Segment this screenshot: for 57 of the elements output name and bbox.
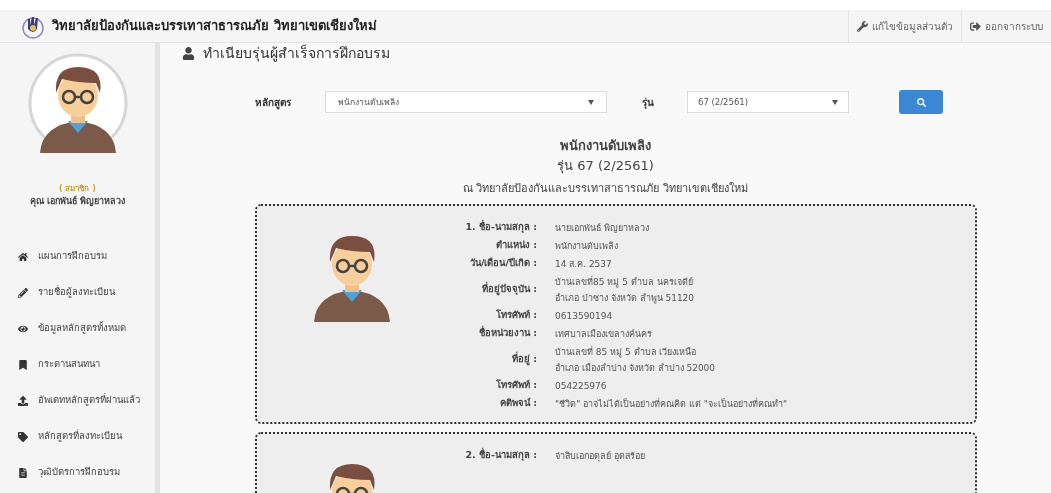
field-value: อำเภอ เมืองลำปาง จังหวัด ลำปาง 52000 — [555, 361, 717, 375]
field-label: ตำแหน่ง : — [494, 238, 537, 253]
home-icon — [18, 251, 28, 262]
header-link[interactable]: ออกจากระบบ — [961, 10, 1051, 42]
field-value: อำเภอ ป่าซาง จังหวัด ลำพูน 51120 — [555, 291, 696, 306]
tag-icon — [18, 431, 28, 442]
pencil-icon — [18, 287, 28, 298]
wrench-icon — [857, 20, 868, 32]
search-icon — [916, 97, 926, 107]
field-label: ที่อยู่ : — [510, 352, 537, 367]
batch-select[interactable]: 67 (2/2561) — [687, 91, 849, 113]
field-label: ชื่อหน่วยงาน : — [477, 326, 537, 341]
sidebar-item[interactable]: แผนการฝึกอบรม — [0, 238, 155, 275]
member-name: คุณ เอกพันธ์ พิญยาหลวง — [29, 195, 126, 209]
caret-icon — [588, 99, 594, 105]
user-icon — [182, 47, 195, 60]
header-link[interactable]: แก้ไขข้อมูลส่วนตัว — [848, 10, 961, 42]
field-label: 1. ชื่อ-นามสกุล : — [464, 220, 537, 235]
course-heading: พนักงานดับเพลิง — [560, 137, 651, 155]
field-value: บ้านเลขที่85 หมู่ 5 ตำบล นครเจดีย์ — [555, 275, 694, 290]
search-button[interactable] — [899, 90, 943, 114]
sidebar-item[interactable]: อัพเดทหลักสูตรที่ผ่านแล้ว — [0, 382, 155, 419]
field-label: โทรศัพท์ : — [494, 378, 537, 393]
eye-icon — [18, 323, 28, 334]
upload-icon — [18, 395, 28, 406]
field-label: ที่อยู่ปัจจุบัน : — [480, 282, 537, 297]
field-label: วัน/เดือน/ปีเกิด : — [468, 256, 537, 271]
member-role: ( สมาชิก ) — [59, 183, 96, 195]
caret-icon — [832, 99, 838, 105]
course-label: หลักสูตร — [255, 95, 292, 110]
field-value: 054225976 — [555, 379, 608, 393]
page-title: ทำเนียบรุ่นผู้สำเร็จการฝึกอบรม — [203, 43, 390, 64]
field-label: 2. ชื่อ-นามสกุล : — [464, 448, 537, 463]
sidebar-item[interactable]: ข้อมูลหลักสูตรทั้งหมด — [0, 310, 155, 347]
sidebar-item[interactable]: วุฒิบัตรการฝึกอบรม — [0, 454, 155, 491]
site-title: วิทยาลัยป้องกันและบรรเทาสาธารณภัย วิทยาเขตเชียงใหม่ — [52, 16, 377, 36]
sidebar-item[interactable]: หลักสูตรที่ลงทะเบียน — [0, 418, 155, 455]
field-value: เทศบาลเมืองเขลางค์นคร — [555, 327, 653, 341]
course-select[interactable]: พนักงานดับเพลิง — [325, 91, 607, 113]
batch-heading: รุ่น 67 (2/2561) — [557, 156, 654, 175]
sidebar-item[interactable]: กระดานสนทนา — [0, 346, 155, 383]
field-value: จ่าสิบเอกอดุลย์ อุดสร้อย — [555, 449, 645, 464]
bookmark-icon — [18, 359, 28, 370]
field-value: "ชีวิต" อาจไม่ได้เป็นอย่างที่คณคิด แต่ "จะเป็นอย่างที่คณทำ" — [555, 397, 788, 411]
batch-label: รุ่น — [642, 95, 655, 110]
field-label: โทรศัพท์ : — [494, 308, 537, 323]
field-value: 14 ส.ค. 2537 — [555, 257, 613, 271]
location-text: ณ วิทยาลัยป้องกันและบรรเทาสาธารณภัย วิทยาเขตเชียงใหม่ — [463, 181, 748, 197]
avatar-icon — [27, 53, 128, 153]
document-icon — [18, 467, 28, 478]
sidebar-item[interactable]: รายชื่อผู้ลงทะเบียน — [0, 274, 155, 311]
field-value: พนักงานดับเพลิง — [555, 239, 619, 253]
field-value: นายเอกพันธ์ พิญยาหลวง — [555, 221, 650, 235]
field-value: 0613590194 — [555, 309, 614, 323]
field-value: บ้านเลขที่ 85 หมู่ 5 ตำบล เวียงเหนือ — [555, 345, 698, 360]
field-label: คติพจน์ : — [498, 396, 537, 411]
logout-icon — [970, 20, 981, 32]
